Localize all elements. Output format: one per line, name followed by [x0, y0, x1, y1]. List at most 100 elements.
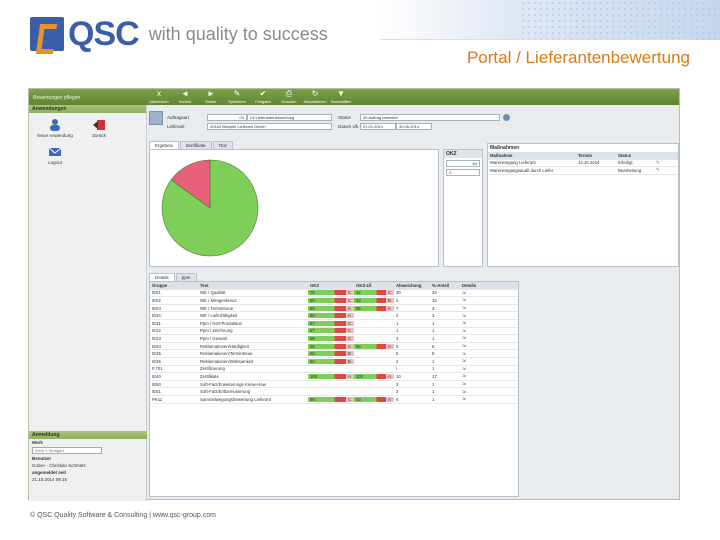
- share-cell: 1: [432, 396, 435, 402]
- okz-cell: 100: [308, 373, 346, 379]
- text-cell: WE / Lieferfähigkeit: [200, 313, 238, 319]
- share-cell: 1: [432, 335, 435, 341]
- toolbar-icon: ✎: [233, 89, 241, 98]
- order-type-code[interactable]: 03: [207, 114, 247, 121]
- details-icon[interactable]: ⇲: [460, 290, 480, 296]
- okz-cell: 96: [308, 335, 346, 341]
- new-application-button[interactable]: Neue Anwendung: [37, 119, 73, 138]
- tab-details[interactable]: Details: [149, 273, 175, 281]
- measure-status: Bearbeitung: [618, 167, 642, 173]
- back-button[interactable]: Zurück: [81, 119, 117, 138]
- details-icon[interactable]: ⇲: [460, 351, 480, 357]
- details-icon[interactable]: ⇲: [460, 381, 480, 387]
- deviation-cell: 3: [396, 381, 399, 387]
- measure-text: Wareneingangsaudit durch Liefer: [490, 167, 554, 173]
- details-icon[interactable]: ⇲: [460, 373, 480, 379]
- toolbar-button[interactable]: x Abbrechen: [147, 90, 171, 105]
- toolbar-button[interactable]: ✔ Freigabe: [251, 90, 275, 105]
- toolbar-button[interactable]: ⎙ Drucken: [277, 89, 301, 105]
- toolbar-label: Normalfilter: [330, 99, 352, 104]
- logout-button[interactable]: Logout: [37, 146, 73, 165]
- share-cell: 17: [432, 373, 437, 379]
- toolbar-button[interactable]: ► Weiter: [199, 90, 223, 105]
- exit-icon: [93, 120, 105, 130]
- details-icon[interactable]: ⇲: [460, 343, 480, 349]
- text-cell: Ppm / NIO-Produktion: [200, 320, 243, 326]
- grid-row[interactable]: IE32 Ppm / Zeichnung 97 C 1 1 ⇲: [150, 328, 518, 336]
- grid-row[interactable]: IE01 WE / Qualität 75 C 62 C 20 34 ⇲: [150, 290, 518, 298]
- details-icon[interactable]: ⇲: [460, 389, 480, 395]
- okz-zif-cell: 62: [354, 290, 386, 296]
- okz-cell: 97: [308, 320, 346, 326]
- okz-class-cell: C: [346, 343, 354, 349]
- details-icon[interactable]: ⇲: [460, 320, 480, 326]
- logout-label: Logout: [48, 160, 62, 165]
- share-cell: 1: [432, 328, 435, 334]
- toolbar-button[interactable]: ✎ Speichern: [225, 89, 249, 105]
- edit-icon[interactable]: ✎: [656, 160, 660, 166]
- grid-row[interactable]: PK11 Sammelwegungsbewertung Lieferant 90 C 5…: [150, 396, 518, 404]
- tab-zertifikate[interactable]: Zertifikate: [179, 141, 212, 149]
- measure-row[interactable]: Wareneingang Lieferant 14.10.2014 Erledi…: [488, 160, 678, 168]
- col-okz: OKZ: [310, 282, 320, 288]
- logo-tagline: with quality to success: [148, 23, 328, 44]
- tab-ppm[interactable]: ppm: [175, 273, 197, 281]
- grid-row[interactable]: IE33 Ppm / Gesamt 96 C 3 1 ⇲: [150, 335, 518, 343]
- grid-row[interactable]: IE36 Reklamationen/Wirksamkeit 50 B 2 1 ⇲: [150, 358, 518, 366]
- grid-row[interactable]: IE40 Zertifikate 100 A 100 A 10 17 ⇲: [150, 373, 518, 381]
- grid-row[interactable]: IE50 Soft-Fact/Erweiterungs Know-How 3 1 ⇲: [150, 381, 518, 389]
- grid-row[interactable]: IE31 Ppm / NIO-Produktion 97 C 1 1 ⇲: [150, 320, 518, 328]
- status-select[interactable]: 30 Auftrag bewertet: [360, 114, 500, 121]
- measures-title: Maßnahmen: [490, 145, 520, 151]
- group-cell: IE33: [152, 335, 161, 341]
- details-icon[interactable]: ⇲: [460, 366, 480, 372]
- edit-icon[interactable]: ✎: [656, 167, 660, 173]
- grid-row[interactable]: IE03 WE / Termintreue 95 A 95 A 7 3 ⇲: [150, 305, 518, 313]
- grid-row[interactable]: IE02 WE / Mengenkreuz 80 C 63 B 2 15 ⇲: [150, 297, 518, 305]
- order-icon: [149, 111, 163, 125]
- supplier-field[interactable]: 20163 Beispiel Lieferant GmbH: [207, 123, 332, 130]
- date-from-field[interactable]: 01.01.2014: [360, 123, 396, 130]
- details-icon[interactable]: ⇲: [460, 328, 480, 334]
- okz-zif-class-cell: A: [386, 396, 394, 402]
- details-icon[interactable]: ⇲: [460, 297, 480, 303]
- deviation-cell: 2: [396, 313, 399, 319]
- toolbar-icon: ↻: [311, 89, 319, 98]
- text-cell: Reklamationen/Termintreue: [200, 351, 253, 357]
- grid-row[interactable]: IE35 Reklamationen/Termintreue 50 B 5 8 ⇲: [150, 350, 518, 358]
- measure-row[interactable]: Wareneingangsaudit durch Liefer Bearbeit…: [488, 167, 678, 175]
- grid-row[interactable]: IE51 Soft-Fact/Entbemusterung 3 1 ⇲: [150, 388, 518, 396]
- deviation-cell: 5: [396, 343, 399, 349]
- header-decoration: [380, 0, 720, 40]
- grid-row[interactable]: IE3C WE / Lieferfähigkeit 90 A 2 3 ⇲: [150, 312, 518, 320]
- toolbar-button[interactable]: ▼ Normalfilter: [329, 90, 353, 105]
- login-info: Anmeldung Werk Werk 1 Stuttgart Benutzer…: [29, 431, 147, 483]
- toolbar-button[interactable]: ↻ Aktualisieren: [303, 89, 327, 105]
- tab-text[interactable]: Text: [212, 141, 233, 149]
- werk-label: Werk: [32, 440, 43, 445]
- grid-row[interactable]: IE34 Reklamationen/Häufigkeit 55 C 55 A 5 6 ⇲: [150, 343, 518, 351]
- grid-row[interactable]: F.701 Zertifizierung / 1 ⇲: [150, 366, 518, 374]
- details-icon[interactable]: ⇲: [460, 313, 480, 319]
- toolbar-icon: ⎙: [285, 89, 293, 98]
- details-icon[interactable]: ⇲: [460, 396, 480, 402]
- date-to-field[interactable]: 30.06.2014: [396, 123, 432, 130]
- group-cell: IE40: [152, 373, 161, 379]
- details-icon[interactable]: ⇲: [460, 305, 480, 311]
- deviation-cell: 1: [396, 320, 399, 326]
- tab-ergebnis[interactable]: Ergebnis: [149, 141, 179, 149]
- okz-class-cell: C: [346, 297, 354, 303]
- deviation-cell: 10: [396, 373, 401, 379]
- refresh-icon[interactable]: [503, 114, 510, 121]
- portal-app-window: Bewertungen pflegen x Abbrechen ◄ Zurück ► We…: [28, 88, 680, 501]
- toolbar-button[interactable]: ◄ Zurück: [173, 90, 197, 105]
- slide-footer: © QSC Quality Software & Consulting | ww…: [30, 512, 216, 519]
- text-cell: Soft-Fact/Entbemusterung: [200, 389, 251, 395]
- details-icon[interactable]: ⇲: [460, 335, 480, 341]
- werk-select[interactable]: Werk 1 Stuttgart: [32, 447, 102, 454]
- details-icon[interactable]: ⇲: [460, 358, 480, 364]
- share-cell: 1: [432, 389, 435, 395]
- order-type-field[interactable]: L5 Lieferantenbewertung: [247, 114, 332, 121]
- col-abweichung: Abweichung: [396, 282, 422, 288]
- group-cell: IE50: [152, 381, 161, 387]
